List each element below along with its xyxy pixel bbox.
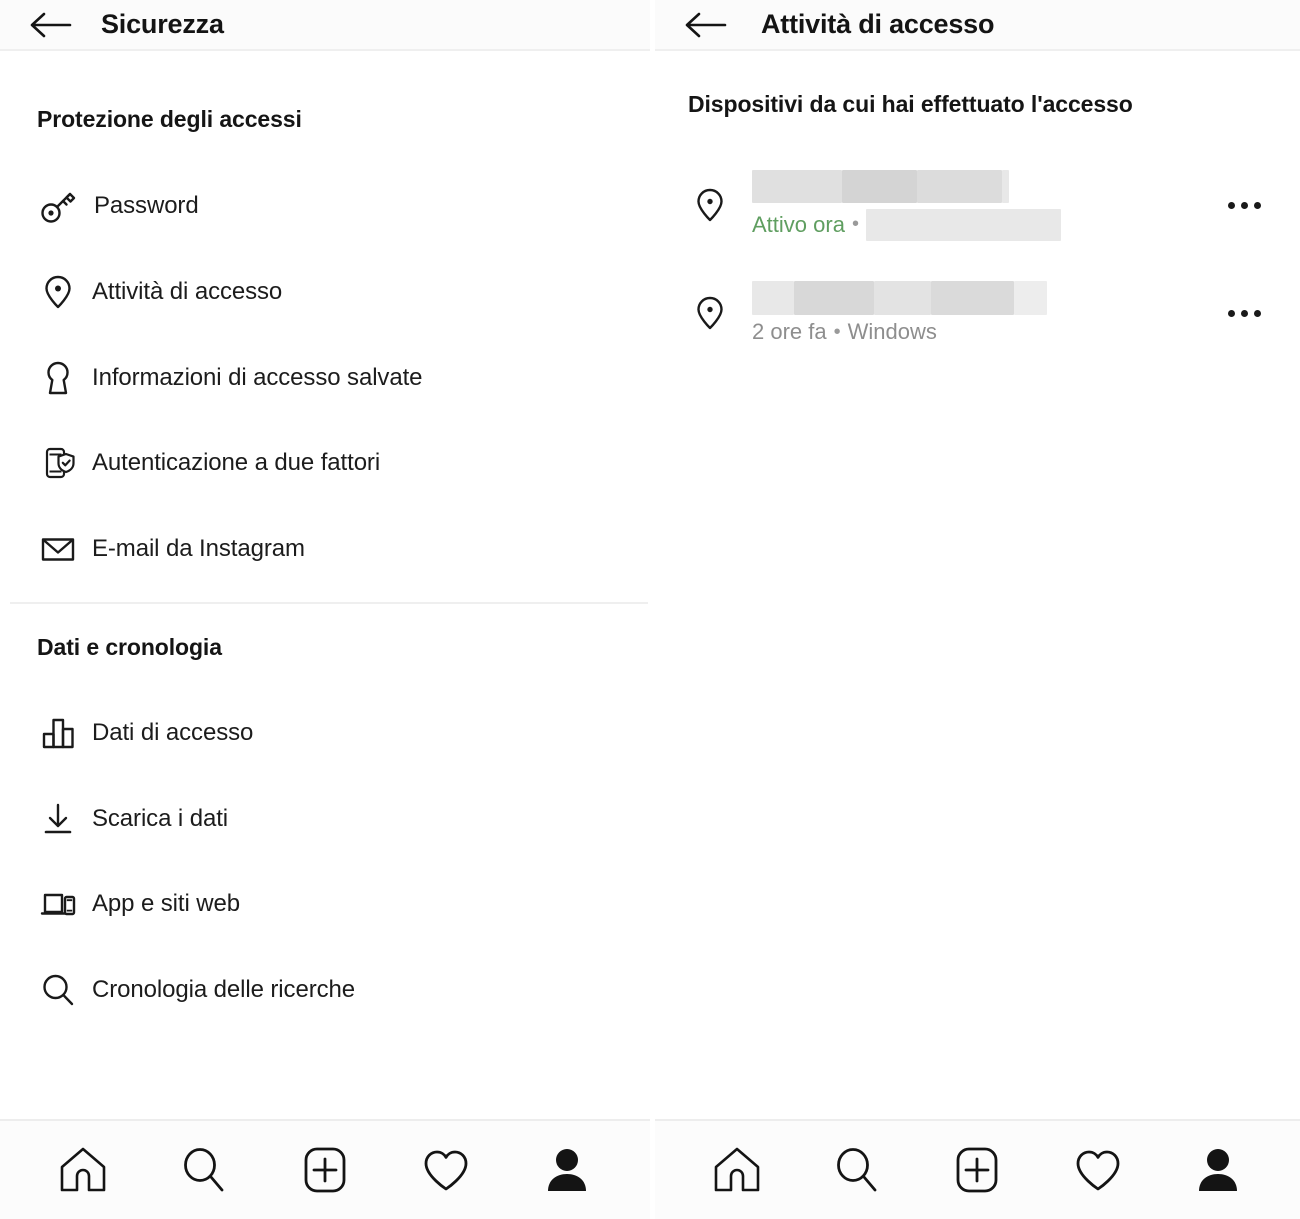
menu-item-download-data[interactable]: Scarica i dati: [0, 788, 650, 850]
separator-dot: •: [833, 320, 841, 343]
device-row[interactable]: 2 ore fa • Windows: [655, 268, 1300, 358]
menu-item-emails-from-instagram[interactable]: E-mail da Instagram: [0, 518, 650, 580]
menu-item-account-data[interactable]: Dati di accesso: [0, 702, 650, 764]
section-heading-data-history: Dati e cronologia: [37, 634, 222, 660]
more-options-icon[interactable]: [1214, 309, 1274, 317]
device-info: 2 ore fa • Windows: [752, 281, 1214, 345]
menu-item-label: Attività di accesso: [92, 278, 283, 305]
status-active-now: Attivo ora: [752, 211, 845, 237]
menu-item-two-factor-auth[interactable]: Autenticazione a due fattori: [0, 432, 650, 494]
menu-item-label: Autenticazione a due fattori: [92, 449, 381, 476]
menu-item-label: Password: [94, 192, 199, 219]
bottom-navigation-bar: [655, 1119, 1300, 1219]
device-platform: Windows: [847, 319, 937, 344]
nav-activity[interactable]: [1056, 1135, 1140, 1205]
back-arrow-icon[interactable]: [28, 10, 74, 40]
section-heading-logged-in-devices: Dispositivi da cui hai effettuato l'acce…: [688, 91, 1133, 117]
page-title: Attività di accesso: [761, 9, 995, 39]
login-activity-header: Attività di accesso: [655, 0, 1300, 51]
menu-item-label: Scarica i dati: [92, 805, 228, 832]
plus-square-icon: [298, 1143, 352, 1197]
nav-profile[interactable]: [525, 1135, 609, 1205]
download-icon: [34, 798, 82, 840]
security-header: Sicurezza: [0, 0, 650, 51]
nav-home[interactable]: [41, 1135, 125, 1205]
device-status-line: Attivo ora •: [752, 208, 1214, 241]
menu-item-label: App e siti web: [92, 890, 241, 917]
device-status-line: 2 ore fa • Windows: [752, 319, 1214, 345]
menu-item-search-history[interactable]: Cronologia delle ricerche: [0, 959, 650, 1021]
nav-create[interactable]: [935, 1135, 1019, 1205]
device-info: Attivo ora •: [752, 169, 1214, 241]
device-time: 2 ore fa: [752, 319, 827, 344]
keyhole-icon: [34, 357, 82, 399]
home-icon: [710, 1143, 764, 1197]
home-icon: [56, 1143, 110, 1197]
menu-item-label: Informazioni di accesso salvate: [92, 364, 423, 391]
nav-activity[interactable]: [404, 1135, 488, 1205]
person-filled-icon: [1191, 1143, 1245, 1197]
bottom-navigation-bar: [0, 1119, 650, 1219]
section-heading-login-protection: Protezione degli accessi: [37, 106, 302, 132]
screen-security: Sicurezza Protezione degli accessi Passw…: [0, 0, 650, 1219]
heart-icon: [419, 1143, 473, 1197]
nav-profile[interactable]: [1176, 1135, 1260, 1205]
envelope-icon: [34, 528, 82, 570]
device-name-redacted: [752, 169, 1214, 203]
menu-item-apps-and-websites[interactable]: App e siti web: [0, 873, 650, 935]
menu-item-label: E-mail da Instagram: [92, 535, 305, 562]
menu-item-saved-login-info[interactable]: Informazioni di accesso salvate: [0, 347, 650, 409]
nav-search[interactable]: [162, 1135, 246, 1205]
dual-screenshot-container: Sicurezza Protezione degli accessi Passw…: [0, 0, 1300, 1219]
phone-shield-icon: [34, 442, 82, 484]
search-icon: [34, 969, 82, 1011]
page-title: Sicurezza: [101, 9, 224, 39]
nav-create[interactable]: [283, 1135, 367, 1205]
person-filled-icon: [540, 1143, 594, 1197]
more-options-icon[interactable]: [1214, 201, 1274, 209]
search-icon: [830, 1143, 884, 1197]
menu-item-label: Cronologia delle ricerche: [92, 976, 355, 1003]
device-name-redacted: [752, 281, 1214, 315]
device-detail-redacted: [865, 208, 1061, 241]
location-pin-icon: [688, 292, 732, 334]
laptop-phone-icon: [34, 883, 82, 925]
nav-home[interactable]: [695, 1135, 779, 1205]
menu-item-label: Dati di accesso: [92, 719, 254, 746]
menu-item-login-activity[interactable]: Attività di accesso: [0, 261, 650, 323]
screen-login-activity: Attività di accesso Dispositivi da cui h…: [655, 0, 1300, 1219]
plus-square-icon: [950, 1143, 1004, 1197]
bar-chart-icon: [34, 712, 82, 754]
location-pin-icon: [688, 184, 732, 226]
search-icon: [177, 1143, 231, 1197]
section-divider: [10, 602, 648, 604]
key-icon: [34, 185, 82, 227]
device-row[interactable]: Attivo ora •: [655, 160, 1300, 250]
menu-item-password[interactable]: Password: [0, 175, 650, 237]
separator-dot: •: [851, 213, 859, 235]
location-pin-icon: [34, 271, 82, 313]
nav-search[interactable]: [815, 1135, 899, 1205]
heart-icon: [1071, 1143, 1125, 1197]
back-arrow-icon[interactable]: [683, 10, 729, 40]
